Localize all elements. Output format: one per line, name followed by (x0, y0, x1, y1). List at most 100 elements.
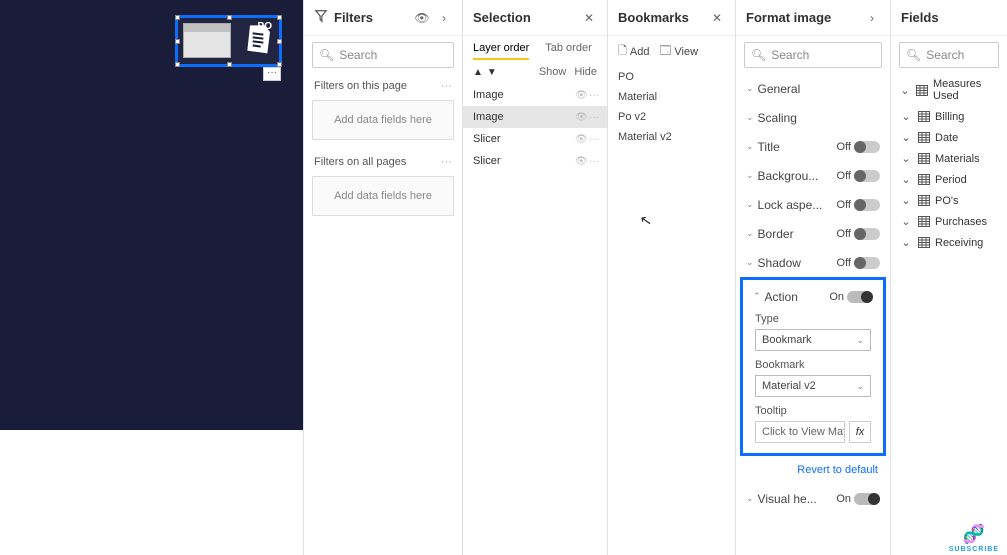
action-type-label: Type (743, 311, 883, 327)
chevron-down-icon: ⌄ (746, 112, 754, 123)
action-tooltip-input[interactable]: Click to View Mate... (755, 421, 845, 443)
selection-pane: Selection ✕ Layer order Tab order ▲▼ Sho… (462, 0, 607, 555)
layer-item[interactable]: Slicer👁··· (463, 128, 607, 150)
toggle[interactable] (854, 228, 880, 240)
table-icon (918, 132, 930, 143)
table-icon (916, 85, 928, 96)
layer-list: Image👁···Image👁···Slicer👁···Slicer👁··· (463, 84, 607, 172)
move-up-icon[interactable]: ▲ (473, 67, 483, 78)
dna-icon: 🧬 (963, 524, 985, 545)
chevron-down-icon: ⌄ (746, 228, 754, 239)
layer-item[interactable]: Image👁··· (463, 106, 607, 128)
filters-all-dropzone[interactable]: Add data fields here (312, 176, 454, 216)
selected-image-visual[interactable]: PO ··· (175, 15, 282, 67)
table-icon (918, 237, 930, 248)
bookmark-list: POMaterialPo v2Material v2 (608, 67, 735, 147)
field-table[interactable]: ⌄Date (891, 127, 1007, 148)
field-table[interactable]: ⌄Measures Used (891, 74, 1007, 106)
action-tooltip-label: Tooltip (743, 403, 883, 419)
toggle[interactable] (854, 493, 880, 505)
more-icon[interactable]: ··· (589, 90, 599, 101)
field-table[interactable]: ⌄Billing (891, 106, 1007, 127)
fields-search[interactable]: 🔍︎ Search (899, 42, 999, 68)
fmt-title[interactable]: ⌄TitleOff (736, 132, 890, 161)
format-search[interactable]: 🔍︎ Search (744, 42, 882, 68)
sel-show[interactable]: Show (539, 66, 567, 78)
filter-icon (314, 9, 328, 26)
layer-item[interactable]: Slicer👁··· (463, 150, 607, 172)
chevron-up-icon: ⌃ (753, 291, 761, 302)
chevron-down-icon: ⌄ (899, 236, 913, 249)
bookmarks-close[interactable]: ✕ (709, 11, 725, 25)
filters-search-ph: Search (339, 48, 377, 62)
toggle[interactable] (847, 291, 873, 303)
table-icon (918, 153, 930, 164)
chevron-down-icon: ⌄ (746, 257, 754, 268)
chevron-down-icon: ⌄ (856, 335, 864, 346)
fmt-action[interactable]: ⌃ActionOn (743, 282, 883, 311)
action-bookmark-select[interactable]: Material v2⌄ (755, 375, 871, 397)
bookmarks-pane: Bookmarks ✕ 🗋Add 🗔View POMaterialPo v2Ma… (607, 0, 735, 555)
field-table[interactable]: ⌄Materials (891, 148, 1007, 169)
document-icon (243, 24, 273, 56)
report-canvas[interactable]: PO ··· (0, 0, 303, 430)
tab-tab-order[interactable]: Tab order (545, 42, 591, 60)
chevron-down-icon: ⌄ (746, 199, 754, 210)
eye-icon[interactable]: 👁 (575, 90, 587, 101)
field-table[interactable]: ⌄Receiving (891, 232, 1007, 253)
toggle[interactable] (854, 257, 880, 269)
tab-layer-order[interactable]: Layer order (473, 42, 529, 60)
toggle[interactable] (854, 141, 880, 153)
fmt-general[interactable]: ⌄General (736, 74, 890, 103)
fmt-background[interactable]: ⌄Backgrou...Off (736, 161, 890, 190)
filters-page-more[interactable]: ··· (441, 80, 452, 92)
more-icon[interactable]: ··· (589, 112, 599, 123)
filters-expand-icon[interactable]: › (436, 11, 452, 25)
more-icon[interactable]: ··· (589, 156, 599, 167)
eye-icon[interactable]: 👁 (575, 156, 587, 167)
filters-all-more[interactable]: ··· (441, 156, 452, 168)
chevron-down-icon: ⌄ (899, 215, 913, 228)
visual-img-thumb (183, 23, 231, 58)
bookmark-add[interactable]: 🗋Add (618, 42, 649, 61)
chevron-down-icon: ⌄ (899, 110, 913, 123)
bookmark-view[interactable]: 🗔View (659, 42, 698, 61)
eye-icon[interactable]: 👁 (575, 112, 587, 123)
fmt-lock-aspect[interactable]: ⌄Lock aspe...Off (736, 190, 890, 219)
fmt-shadow[interactable]: ⌄ShadowOff (736, 248, 890, 277)
table-icon (918, 216, 930, 227)
fmt-border[interactable]: ⌄BorderOff (736, 219, 890, 248)
move-down-icon[interactable]: ▼ (487, 67, 497, 78)
bookmark-item[interactable]: PO (608, 67, 735, 87)
bookmarks-title: Bookmarks (618, 10, 703, 25)
field-table[interactable]: ⌄PO's (891, 190, 1007, 211)
eye-icon[interactable]: 👁 (575, 134, 587, 145)
action-type-select[interactable]: Bookmark⌄ (755, 329, 871, 351)
action-bookmark-label: Bookmark (743, 357, 883, 373)
bookmark-item[interactable]: Material (608, 87, 735, 107)
field-table[interactable]: ⌄Period (891, 169, 1007, 190)
more-icon[interactable]: ··· (589, 134, 599, 145)
toggle[interactable] (854, 199, 880, 211)
search-icon: 🔍︎ (319, 48, 334, 62)
filters-visibility-icon[interactable]: 👁 (414, 11, 430, 25)
layer-item[interactable]: Image👁··· (463, 84, 607, 106)
filters-page-dropzone[interactable]: Add data fields here (312, 100, 454, 140)
view-icon: 🗔 (659, 42, 671, 61)
sel-hide[interactable]: Hide (574, 66, 597, 78)
field-table[interactable]: ⌄Purchases (891, 211, 1007, 232)
table-icon (918, 195, 930, 206)
revert-to-default[interactable]: Revert to default (736, 456, 890, 484)
selection-close[interactable]: ✕ (581, 11, 597, 25)
filters-search[interactable]: 🔍︎ Search (312, 42, 454, 68)
fx-button[interactable]: fx (849, 421, 871, 443)
chevron-down-icon: ⌄ (856, 381, 864, 392)
format-title: Format image (746, 10, 858, 25)
format-expand-icon[interactable]: › (864, 11, 880, 25)
bookmark-item[interactable]: Material v2 (608, 127, 735, 147)
toggle[interactable] (854, 170, 880, 182)
bookmark-item[interactable]: Po v2 (608, 107, 735, 127)
fmt-visual-header[interactable]: ⌄Visual he...On (736, 484, 890, 513)
visual-more-button[interactable]: ··· (263, 67, 281, 81)
fmt-scaling[interactable]: ⌄Scaling (736, 103, 890, 132)
